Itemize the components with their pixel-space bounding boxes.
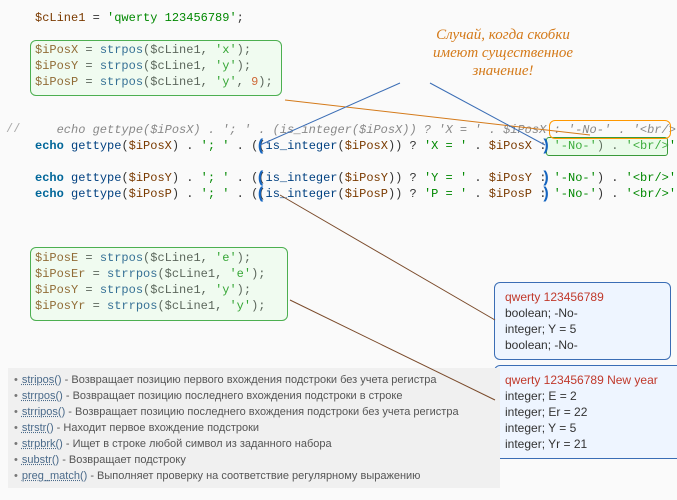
link-preg-match[interactable]: preg_match() [22, 470, 87, 482]
link-strstr[interactable]: strstr() [22, 422, 54, 434]
output-title: qwerty 123456789 [505, 289, 660, 305]
link-strpbrk[interactable]: strpbrk() [22, 438, 63, 450]
var-cline1: $cLine1 [35, 11, 85, 25]
link-strrpos[interactable]: strrpos() [22, 390, 63, 402]
output-box-2: qwerty 123456789 New year integer; E = 2… [494, 365, 677, 459]
function-list: •stripos() - Возвращает позицию первого … [8, 368, 500, 488]
link-strripos[interactable]: strripos() [22, 406, 65, 418]
link-substr[interactable]: substr() [22, 454, 59, 466]
annotation-text: Случай, когда скобки имеют существенное … [388, 26, 618, 80]
commented-line: echo gettype($iPosX) . '; ' . (is_intege… [35, 122, 677, 138]
output-box-1: qwerty 123456789 boolean; -No- integer; … [494, 282, 671, 360]
link-stripos[interactable]: stripos() [22, 374, 62, 386]
output-title: qwerty 123456789 New year [505, 372, 677, 388]
comment-marker: // [6, 122, 20, 136]
